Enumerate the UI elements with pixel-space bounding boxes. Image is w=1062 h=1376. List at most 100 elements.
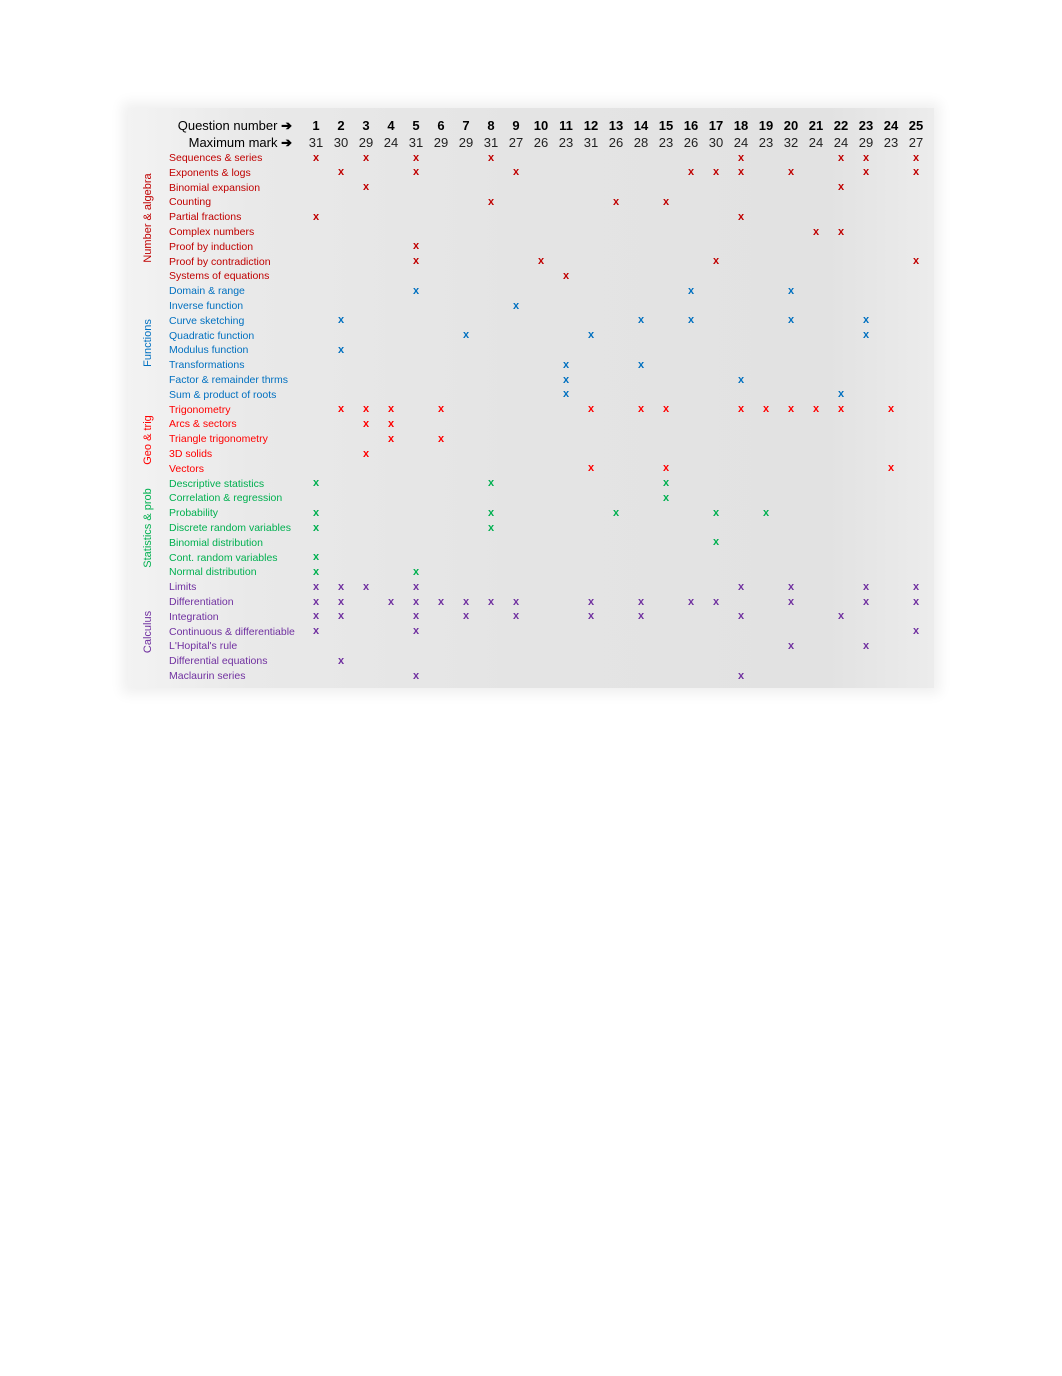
question-number: 14 [633,118,649,133]
question-topic-mark: x [337,654,345,667]
question-topic-mark: x [312,551,320,564]
question-topic-mark: x [462,595,470,608]
question-topic-mark: x [337,403,345,416]
maximum-mark: 23 [658,135,674,150]
topic-label: Sum & product of roots [169,388,277,401]
question-topic-mark: x [487,477,495,490]
question-topic-mark: x [837,610,845,623]
topic-label: Binomial distribution [169,536,263,549]
topic-label: Proof by contradiction [169,255,271,268]
question-topic-mark: x [787,166,795,179]
question-topic-mark: x [362,403,370,416]
question-topic-mark: x [712,536,720,549]
maximum-mark: 24 [383,135,399,150]
topic-label: Domain & range [169,285,245,298]
question-topic-mark: x [412,580,420,593]
maximum-mark: 29 [358,135,374,150]
question-topic-mark: x [862,166,870,179]
topic-label: Quadratic function [169,329,255,342]
question-number: 13 [608,118,624,133]
topic-label: Arcs & sectors [169,418,237,431]
topic-label: Proof by induction [169,240,254,253]
question-topic-mark: x [787,580,795,593]
maximum-mark: 27 [908,135,924,150]
topic-label: 3D solids [169,448,213,460]
question-topic-mark: x [712,255,720,268]
question-topic-mark: x [337,610,345,623]
question-topic-mark: x [762,506,770,519]
question-topic-mark: x [312,210,320,223]
question-topic-mark: x [587,610,595,623]
question-topic-mark: x [612,506,620,519]
maximum-mark: 24 [733,135,749,150]
arrow-right-icon: ➔ [281,118,292,133]
topic-label: Normal distribution [169,566,257,579]
question-topic-mark: x [312,151,320,164]
topic-label: Discrete random variables [169,522,291,534]
question-topic-mark: x [512,166,520,179]
question-topic-mark: x [512,610,520,623]
question-number-label: Question number ➔ [177,118,292,133]
question-number: 18 [733,118,749,133]
question-topic-mark: x [387,417,395,430]
question-topic-mark: x [662,462,670,475]
question-topic-mark: x [862,595,870,608]
question-topic-mark: x [537,255,545,268]
question-topic-mark: x [862,314,870,327]
question-topic-mark: x [787,314,795,327]
question-topic-mark: x [412,610,420,623]
question-topic-mark: x [312,610,320,623]
topic-label: Probability [169,507,219,520]
topic-label: Complex numbers [169,226,255,238]
question-topic-mark: x [637,358,645,371]
question-topic-mark: x [687,166,695,179]
question-topic-mark: x [312,625,320,638]
question-topic-mark: x [487,195,495,208]
question-topic-mark: x [487,521,495,534]
topic-label: Inverse function [169,300,244,312]
question-topic-mark: x [312,595,320,608]
arrow-right-icon: ➔ [281,135,292,150]
question-topic-mark: x [862,151,870,164]
question-number: 3 [362,118,370,133]
question-topic-mark: x [837,225,845,238]
question-topic-mark: x [787,639,795,652]
question-topic-mark: x [312,580,320,593]
question-topic-mark: x [587,595,595,608]
question-number: 22 [833,118,849,133]
question-number: 10 [533,118,549,133]
question-number: 9 [512,118,520,133]
maximum-mark: 24 [833,135,849,150]
maximum-mark: 28 [633,135,649,150]
topic-label: Limits [169,581,197,594]
maximum-mark: 24 [808,135,824,150]
question-topic-mark: x [837,181,845,194]
question-topic-mark: x [437,595,445,608]
topic-label: Counting [169,196,212,209]
question-topic-mark: x [587,462,595,475]
question-topic-mark: x [912,580,920,593]
category-label: Calculus [142,610,154,654]
topic-label: Triangle trigonometry [169,433,268,446]
question-topic-mark: x [587,403,595,416]
topic-label: Exponents & logs [169,166,251,179]
question-topic-mark: x [912,151,920,164]
maximum-mark: 27 [508,135,524,150]
question-topic-mark: x [412,240,420,253]
question-topic-mark: x [387,432,395,445]
question-topic-mark: x [412,595,420,608]
question-topic-mark: x [587,329,595,342]
question-topic-mark: x [662,195,670,208]
question-topic-mark: x [512,595,520,608]
topic-label: Transformations [169,359,245,372]
question-topic-mark: x [887,462,895,475]
question-topic-mark: x [862,580,870,593]
question-topic-mark: x [362,417,370,430]
question-topic-mark: x [662,403,670,416]
question-topic-mark: x [487,506,495,519]
question-number: 16 [683,118,699,133]
question-topic-mark: x [337,595,345,608]
question-topic-mark: x [837,403,845,416]
question-topic-mark: x [787,403,795,416]
question-topic-mark: x [337,166,345,179]
